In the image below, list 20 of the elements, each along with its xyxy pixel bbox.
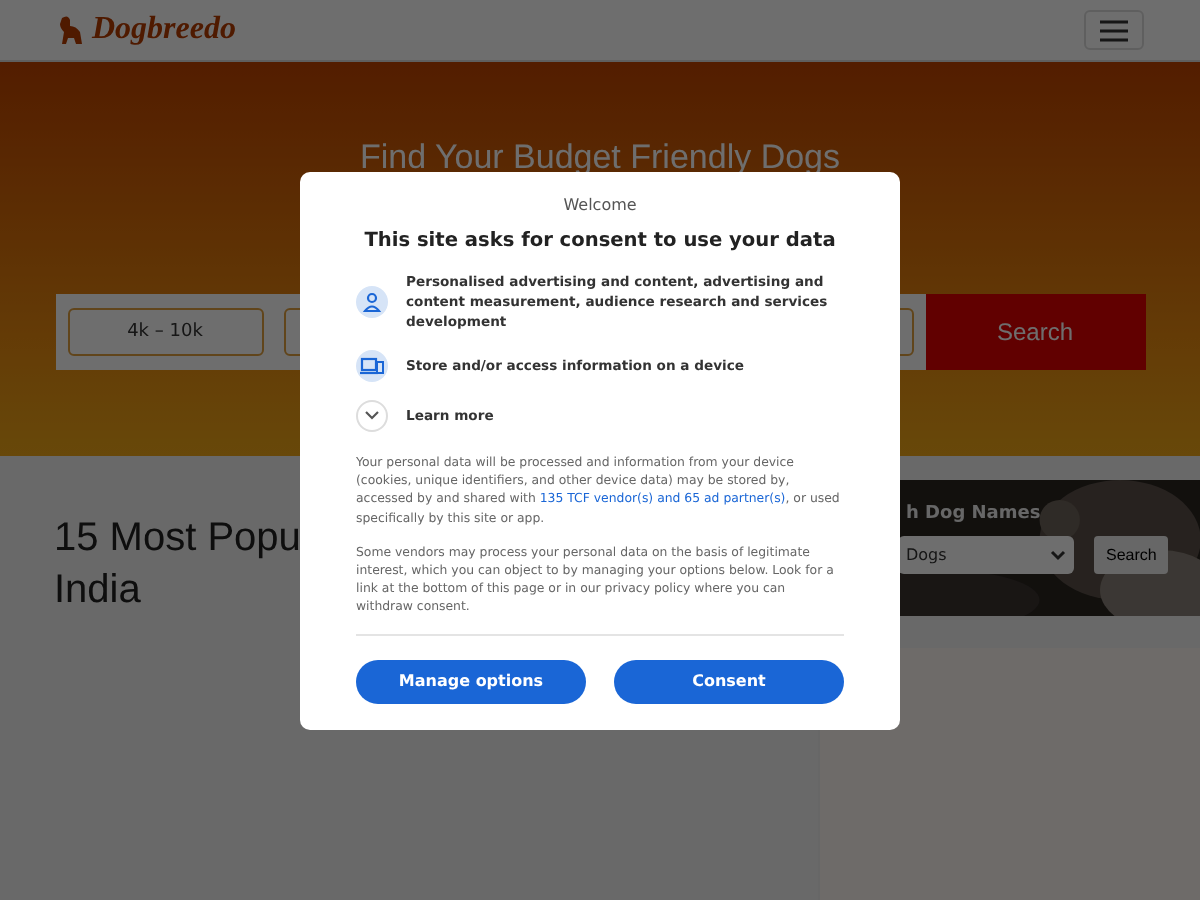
sidebar-title: h Dog Names [904, 504, 1043, 524]
dialog-subtitle: Welcome [561, 196, 639, 214]
dialog-button[interactable]: Consent [614, 659, 844, 704]
breed-select[interactable]: Dogs [898, 536, 1074, 574]
article-title: India [54, 566, 141, 616]
search-button[interactable]: Search [1094, 536, 1169, 574]
hero-heading: Find Your Budget Friendly Dogs [359, 138, 841, 178]
dog-icon [56, 14, 88, 46]
menu-icon[interactable] [1084, 10, 1144, 50]
device-icon [356, 350, 388, 382]
dialog-title: This site asks for consent to use your data [362, 230, 838, 252]
logo-text[interactable]: Dogbreedo [92, 12, 236, 48]
expand-button[interactable] [356, 400, 388, 432]
chevron-icon [1050, 549, 1066, 561]
search-button[interactable]: Search [925, 294, 1145, 370]
chevron-icon [364, 410, 380, 422]
price-field[interactable]: 4k – 10k [67, 308, 263, 356]
dialog-button[interactable]: Manage options [356, 659, 586, 704]
article-title: 15 Most Popu [54, 514, 301, 564]
person-icon [356, 286, 388, 318]
